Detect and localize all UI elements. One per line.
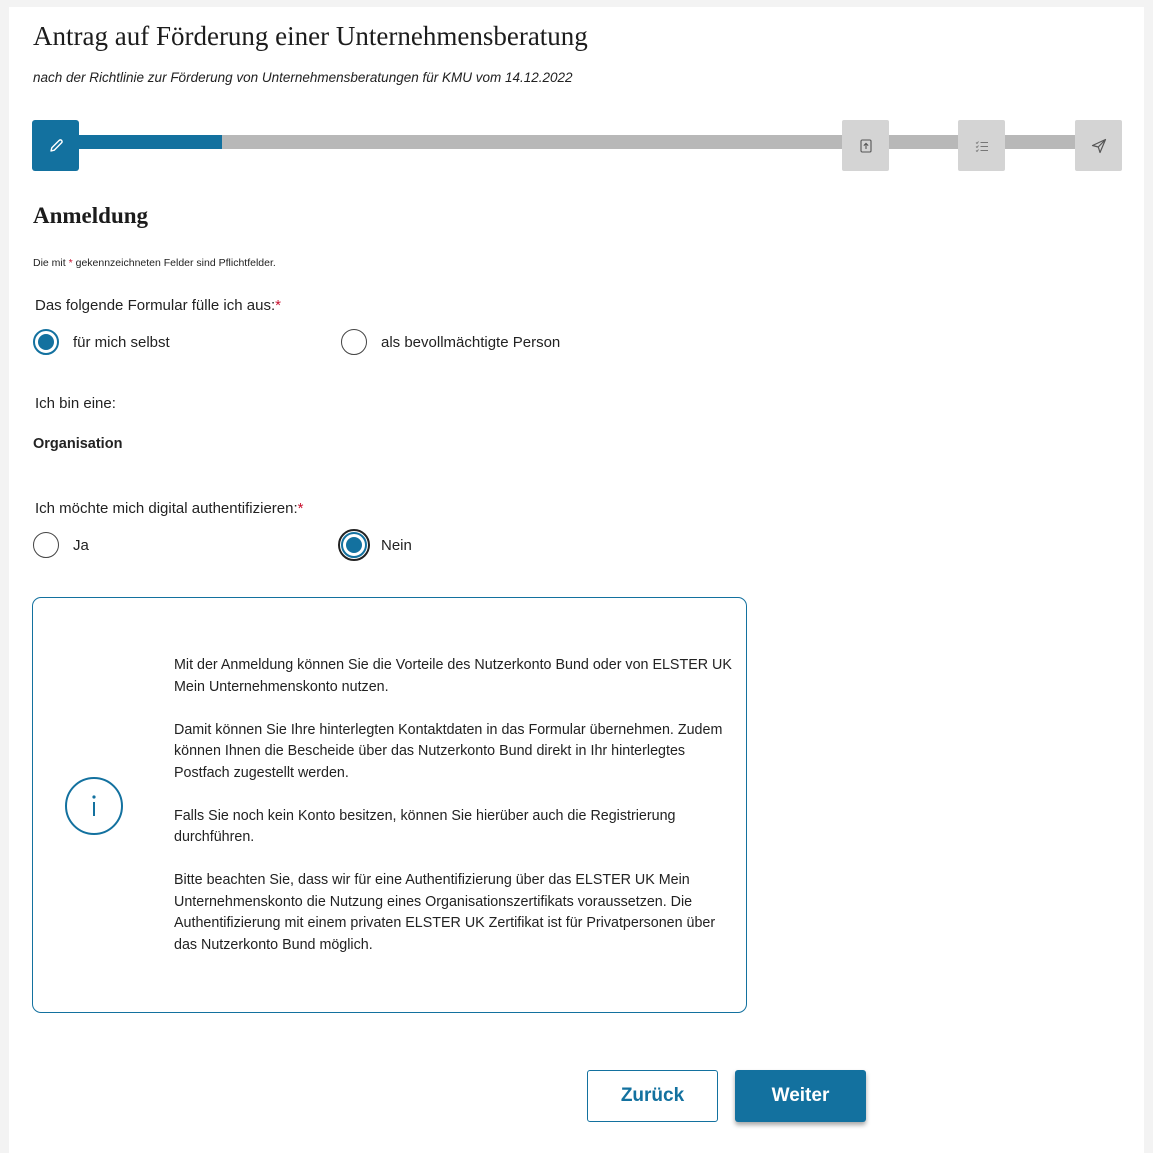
radio-self-label[interactable]: für mich selbst [73,334,170,351]
radio-circle[interactable] [33,329,59,355]
info-paragraph: Falls Sie noch kein Konto besitzen, könn… [174,807,676,846]
required-star: * [275,297,281,314]
radio-authorized-person-label[interactable]: als bevollmächtigte Person [381,334,560,351]
info-glyph [92,795,96,816]
identity-value: Organisation [33,436,123,452]
form-fill-question: Das folgende Formular fülle ich aus:* [35,297,281,314]
upload-icon [859,138,872,153]
radio-circle[interactable] [341,329,367,355]
radio-circle[interactable] [33,532,59,558]
radio-auth-yes-label[interactable]: Ja [73,537,89,554]
required-fields-hint: Die mit * gekennzeichneten Felder sind P… [33,257,276,269]
info-text: Mit der Anmeldung können Sie die Vorteil… [174,655,734,978]
page-title: Antrag auf Förderung einer Unternehmensb… [33,21,588,51]
info-box: Mit der Anmeldung können Sie die Vorteil… [32,597,747,1013]
pencil-icon [49,138,63,152]
back-button[interactable]: Zurück [587,1070,718,1122]
send-icon [1091,138,1106,153]
radio-auth-no-label[interactable]: Nein [381,537,412,554]
info-icon [65,777,123,835]
next-button[interactable]: Weiter [735,1070,866,1122]
radio-auth-yes[interactable]: Ja [33,532,89,558]
required-star: * [297,500,304,517]
radio-authorized-person[interactable]: als bevollmächtigte Person [341,329,560,355]
info-paragraph: Bitte beachten Sie, dass wir für eine Au… [174,872,716,953]
radio-auth-no[interactable]: Nein [338,529,412,561]
section-heading: Anmeldung [33,203,149,228]
progress-fill [79,135,222,149]
radio-self[interactable]: für mich selbst [33,329,170,355]
hint-text-start: Die mit [33,257,69,269]
step-review[interactable] [958,120,1005,171]
hint-text-end: gekennzeichneten Felder sind Pflichtfeld… [72,257,276,269]
progress-track [79,135,1099,149]
step-upload[interactable] [842,120,889,171]
step-submit[interactable] [1075,120,1122,171]
radio-circle[interactable] [338,529,370,561]
auth-question-text: Ich möchte mich digital authentifizieren… [35,500,298,517]
page-subtitle: nach der Richtlinie zur Förderung von Un… [33,70,573,85]
info-paragraph: Damit können Sie Ihre hinterlegten Konta… [174,721,723,781]
step-edit[interactable] [32,120,79,171]
auth-question: Ich möchte mich digital authentifizieren… [35,500,303,517]
identity-label: Ich bin eine: [35,395,116,412]
form-fill-question-text: Das folgende Formular fülle ich aus: [35,297,276,314]
form-page: Antrag auf Förderung einer Unternehmensb… [9,7,1144,1153]
info-paragraph: Mit der Anmeldung können Sie die Vorteil… [174,657,732,695]
list-icon [975,140,988,152]
